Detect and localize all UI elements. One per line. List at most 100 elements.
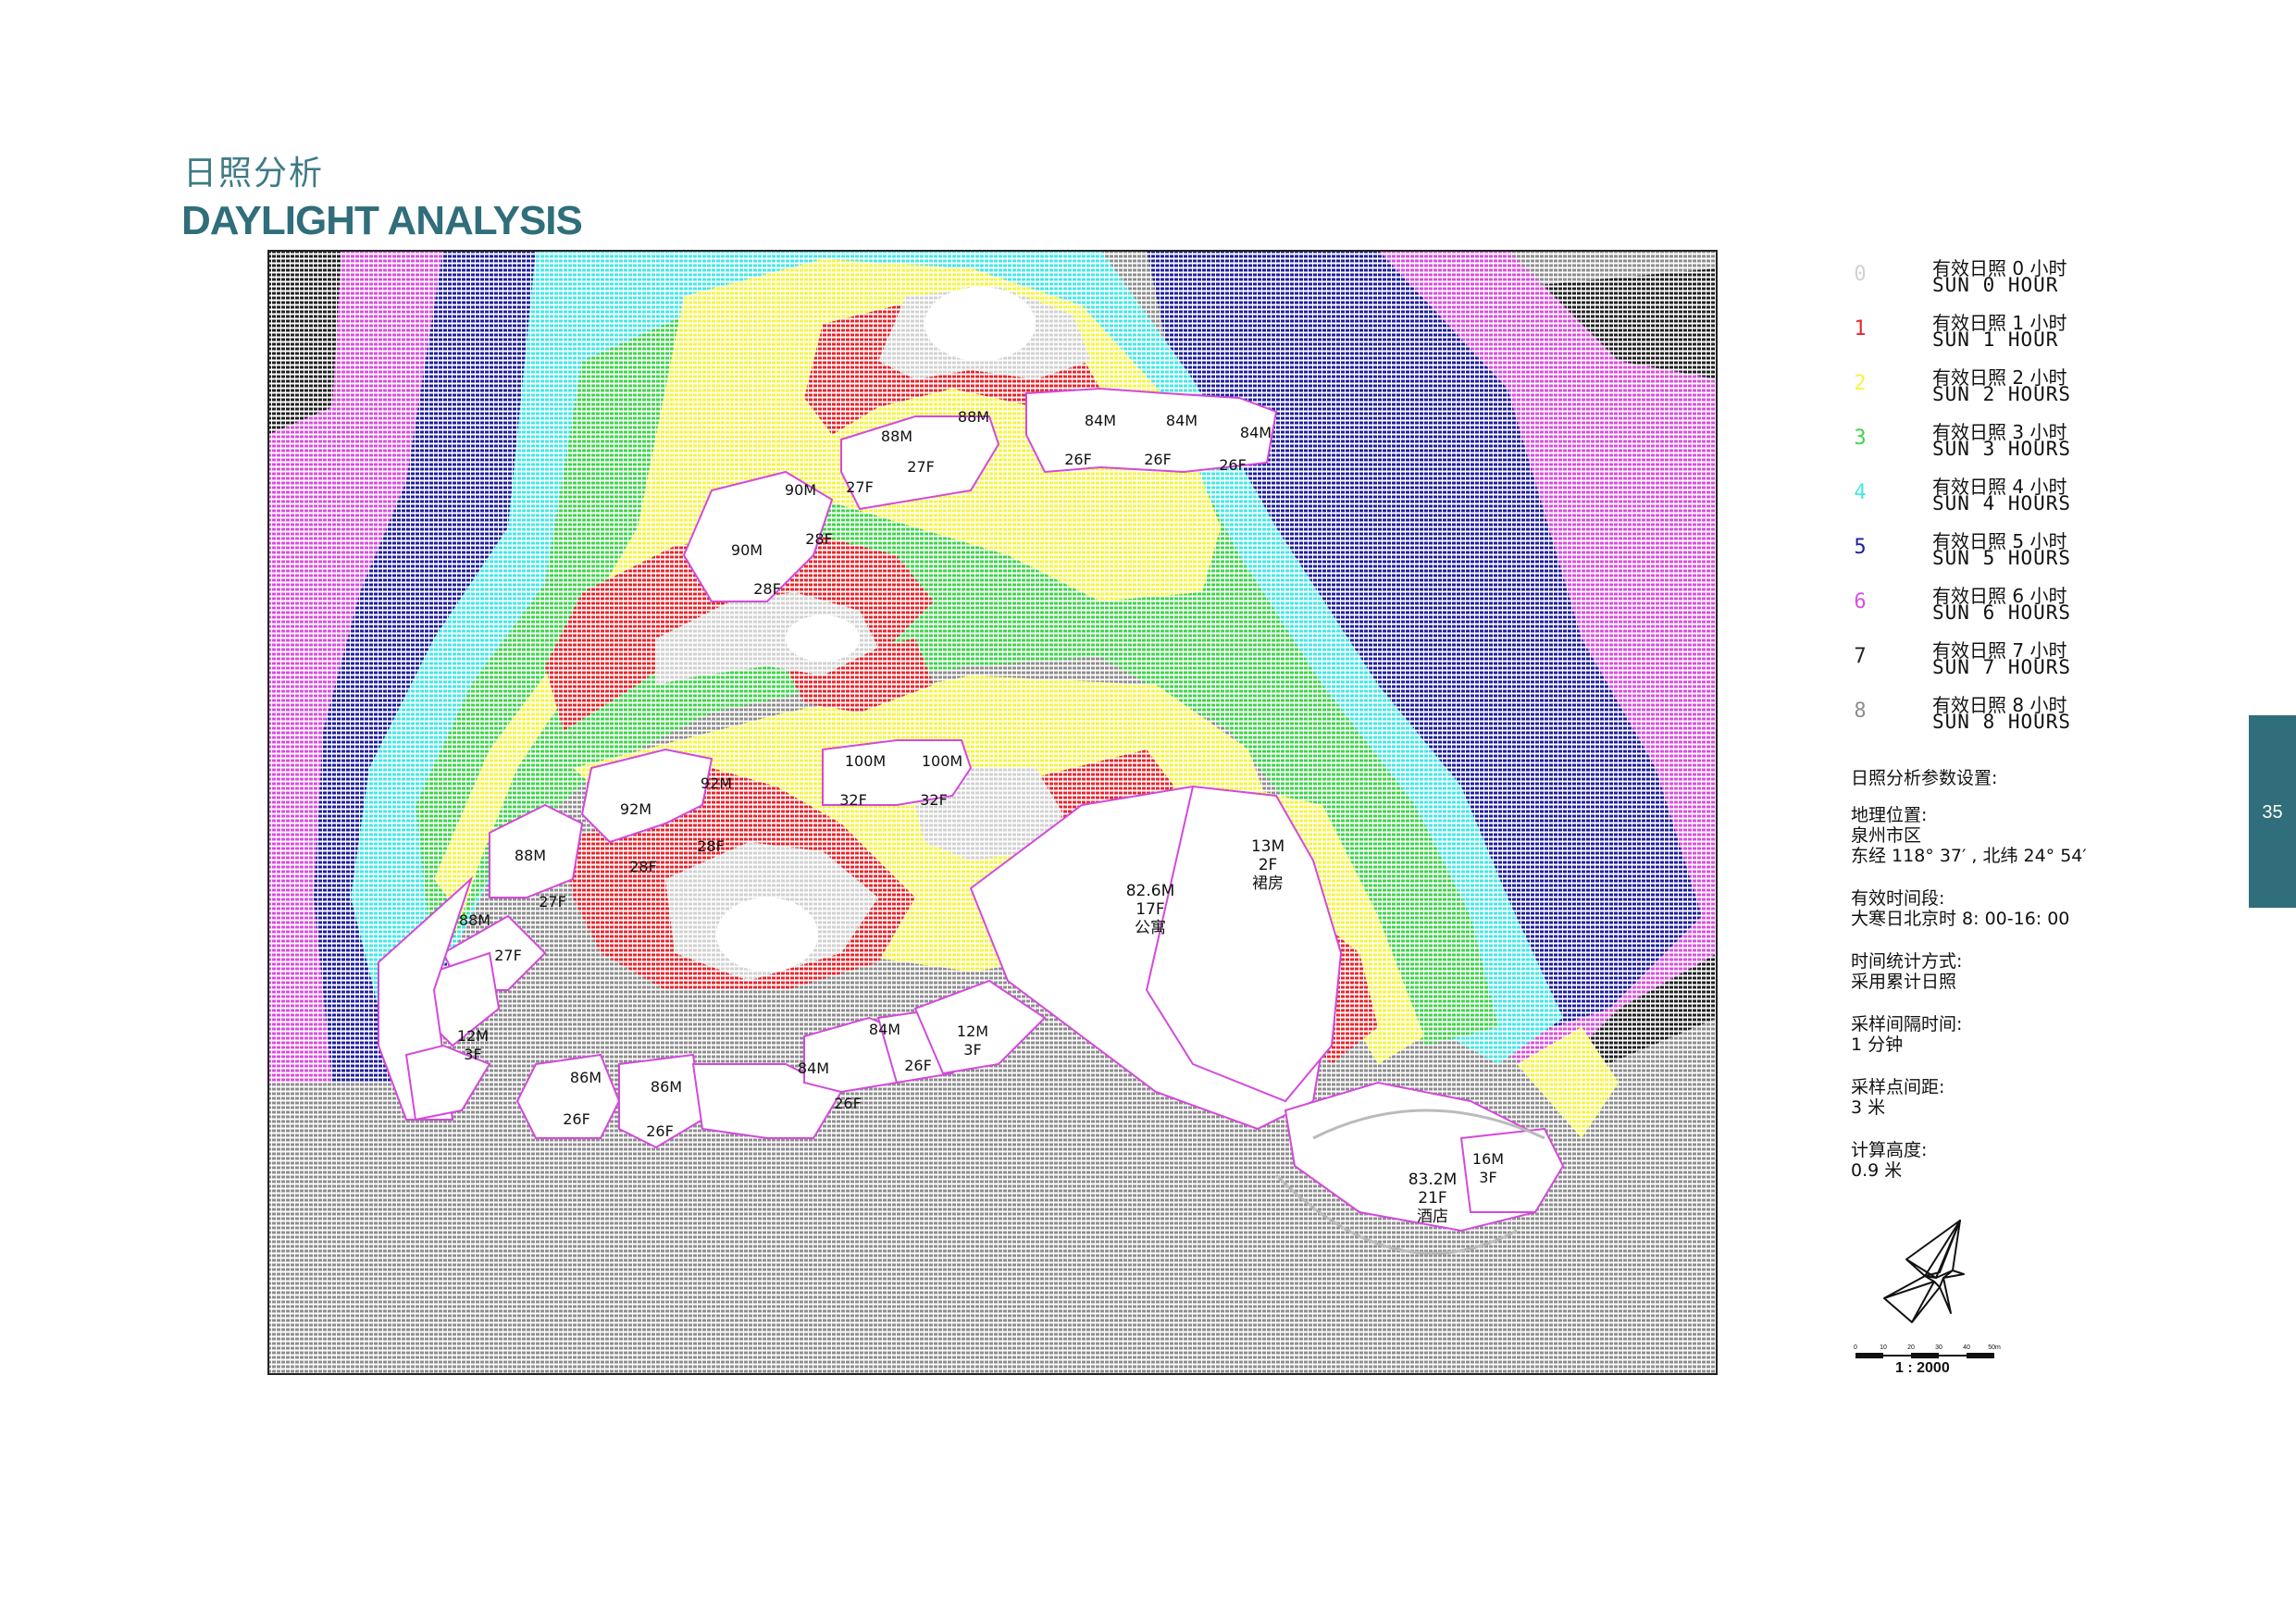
building-label-line: 82.6M [1126,882,1175,900]
rose-petal [1924,1220,1961,1277]
building-label-line: 26F [904,1057,932,1074]
building-label-line: 88M [515,847,546,864]
scale-tick: 20 [1907,1344,1915,1351]
building-label: 92M [620,800,652,818]
scale-segment [1967,1353,1994,1358]
building-label-line: 100M [845,752,886,770]
building-label-line: 12M [957,1022,988,1040]
param-location: 地理位置: 泉州市区 东经 118° 37′ , 北纬 24° 54′ [1851,805,2156,866]
legend-number: 2 [1854,372,1867,395]
sunshine-legend: 0 有效日照 0 小时 SUN 0 HOUR 1 有效日照 1 小时 SUN 1… [1851,254,2166,745]
building-label: 26F [1064,451,1092,468]
legend-label-en: SUN 8 HOURS [1932,711,2072,733]
scale-tick: 40 [1963,1344,1970,1351]
scale-segment [1911,1353,1939,1358]
legend-label-en: SUN 3 HOURS [1932,438,2072,460]
building-label-line: 公寓 [1135,919,1166,937]
building-label: 28F [805,530,833,548]
analysis-parameters: 日照分析参数设置: 地理位置: 泉州市区 东经 118° 37′ , 北纬 24… [1851,768,2156,1203]
legend-number: 3 [1854,427,1867,450]
building-label-line: 26F [1219,456,1247,474]
building-label-line: 16M [1472,1150,1504,1168]
building-label-line: 86M [651,1078,682,1096]
building-label-line: 28F [697,837,725,855]
building-label-line: 92M [701,774,732,792]
building-label: 27F [907,458,935,476]
building-label: 100M [922,752,962,770]
scale-label: 1 : 2000 [1895,1360,1950,1376]
building-label-line: 28F [805,530,833,548]
param-spacing: 采样点间距: 3 米 [1851,1077,2156,1118]
legend-label-en: SUN 5 HOURS [1932,547,2072,569]
building-label-line: 92M [620,800,652,818]
building-label-line: 酒店 [1417,1208,1448,1226]
building-label: 26F [646,1122,674,1140]
building-label: 100M [845,752,886,770]
legend-number: 8 [1854,700,1867,723]
building-label-line: 26F [1144,451,1172,468]
building-label-line: 90M [785,481,816,499]
building-label: 27F [846,478,874,496]
scale-segment [1855,1353,1883,1358]
param-value: 3 米 [1851,1097,1886,1118]
building-label-line: 83.2M [1409,1171,1458,1189]
building-label-line: 100M [922,752,962,770]
scale-tick: 30 [1935,1344,1942,1351]
param-method: 时间统计方式: 采用累计日照 [1851,951,2156,992]
building-label-line: 90M [731,541,763,559]
param-period: 有效时间段: 大寒日北京时 8: 00-16: 00 [1851,888,2156,929]
rose-line [1883,1297,1913,1323]
param-label: 采样间隔时间: [1851,1014,1963,1035]
page-title-en: DAYLIGHT ANALYSIS [181,198,583,243]
legend-item-5: 5 有效日照 5 小时 SUN 5 HOURS [1851,527,2166,581]
white-spot [716,898,818,972]
compass-rose-icon [1883,1220,1965,1323]
building-label-line: 21F [1418,1189,1446,1208]
param-label: 地理位置: [1851,805,1928,825]
building-label: 88M [515,847,546,864]
building-label-line: 27F [539,893,566,911]
building-label: 32F [839,791,867,809]
building-label: 86M [651,1078,682,1096]
building-label: 26F [904,1057,932,1074]
building-label: 88M [459,911,490,929]
building-label: 27F [494,947,522,964]
param-value: 1 分钟 [1851,1035,1904,1055]
legend-label-en: SUN 4 HOURS [1932,492,2072,514]
param-label: 有效时间段: [1851,888,1945,909]
building-label: 84M [1085,412,1116,429]
building-label-line: 27F [907,458,935,476]
building-label-line: 84M [1085,412,1116,429]
building-label-line: 32F [839,791,867,809]
building-label-line: 26F [646,1122,674,1140]
scale-tick: 10 [1880,1344,1887,1351]
param-interval: 采样间隔时间: 1 分钟 [1851,1014,2156,1055]
scale-tick: 0 [1854,1344,1857,1351]
building-label: 90M [785,481,816,499]
building-label-line: 17F [1136,900,1164,919]
params-heading: 日照分析参数设置: [1851,768,1998,788]
legend-number: 1 [1854,317,1867,341]
legend-item-3: 3 有效日照 3 小时 SUN 3 HOURS [1851,417,2166,472]
building-label: 26F [563,1110,590,1128]
building-label-line: 32F [920,791,948,809]
building-label-line: 13M [1251,837,1285,856]
building-label: 90M [731,541,763,559]
page-title-cn: 日照分析 [183,155,325,192]
building-label: 28F [697,837,725,855]
building-label-line: 88M [881,427,912,445]
building-label: 84M [1240,424,1272,441]
building-label: 88M [958,408,989,426]
page-number-tab: 35 [2249,715,2296,908]
building-label: 26F [1219,456,1247,474]
rose-petal [1939,1277,1952,1314]
building-label: 32F [920,791,948,809]
building-label-line: 3F [1479,1169,1496,1186]
building-label: 26F [834,1095,862,1112]
building-label: 28F [629,858,657,875]
param-value: 泉州市区 [1851,825,1922,846]
building-label-line: 86M [570,1069,602,1086]
legend-label-en: SUN 0 HOUR [1932,274,2059,296]
param-value: 采用累计日照 [1851,972,1957,992]
building-label: 88M [881,427,912,445]
